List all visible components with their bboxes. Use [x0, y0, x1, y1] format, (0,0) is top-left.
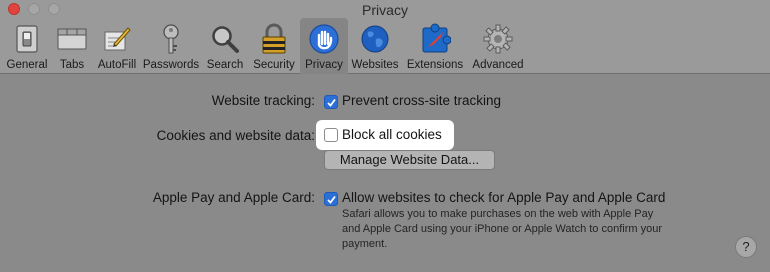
description-line: Safari allows you to make purchases on t… [342, 208, 654, 220]
cookies-label: Cookies and website data: [156, 128, 315, 143]
apple-pay-label: Apple Pay and Apple Card: [152, 190, 315, 205]
tab-websites[interactable]: Websites [350, 18, 400, 74]
tab-search[interactable]: Search [204, 18, 246, 74]
tab-autofill[interactable]: AutoFill [94, 18, 140, 74]
general-switch-icon [9, 21, 45, 57]
block-all-cookies-text[interactable]: Block all cookies [342, 127, 442, 142]
description-line: payment. [342, 238, 388, 250]
magnifier-icon [207, 21, 243, 57]
description-line: and Apple Card using your iPhone or Appl… [342, 223, 662, 235]
puzzle-icon [417, 21, 453, 57]
tab-general[interactable]: General [4, 18, 50, 74]
allow-apple-pay-check-checkbox[interactable] [324, 192, 338, 206]
allow-apple-pay-check-text[interactable]: Allow websites to check for Apple Pay an… [342, 190, 665, 205]
tab-extensions[interactable]: Extensions [404, 18, 466, 74]
tabs-icon [54, 21, 90, 57]
hand-icon [306, 21, 342, 57]
pencil-icon [99, 21, 135, 57]
tab-security[interactable]: Security [250, 18, 298, 74]
gear-icon [480, 21, 516, 57]
globe-icon [357, 21, 393, 57]
key-icon [153, 21, 189, 57]
window-title: Privacy [362, 2, 408, 18]
padlock-icon [256, 21, 292, 57]
preferences-toolbar: General Tabs AutoFill Passwords Search S… [0, 18, 770, 74]
tab-passwords[interactable]: Passwords [142, 18, 200, 74]
apple-pay-description: Safari allows you to make purchases on t… [342, 207, 702, 252]
website-tracking-label: Website tracking: [211, 93, 315, 108]
tab-tabs[interactable]: Tabs [52, 18, 92, 74]
checkmark-icon [326, 195, 336, 204]
manage-website-data-button[interactable]: Manage Website Data... [324, 150, 495, 170]
tab-privacy[interactable]: Privacy [300, 18, 348, 74]
prevent-cross-site-tracking-checkbox[interactable] [324, 95, 338, 109]
help-button[interactable]: ? [735, 236, 757, 258]
checkmark-icon [326, 98, 336, 107]
tab-advanced[interactable]: Advanced [468, 18, 528, 74]
prevent-cross-site-tracking-text[interactable]: Prevent cross-site tracking [342, 93, 501, 108]
block-all-cookies-checkbox[interactable] [324, 128, 338, 142]
